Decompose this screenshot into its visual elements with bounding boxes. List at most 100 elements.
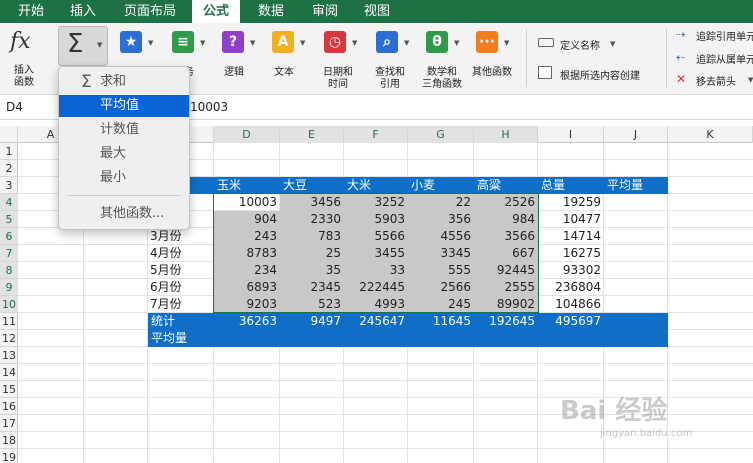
row-header-1[interactable]: 1 (0, 143, 18, 160)
remove-arrows-label: 移去箭头 (696, 77, 736, 88)
sum-cell[interactable]: 495697 (538, 313, 604, 330)
menu-item-min[interactable]: 最小 (59, 167, 189, 189)
month-label-cell[interactable]: 7月份 (148, 296, 214, 313)
table-header-cell[interactable]: 小麦 (408, 177, 474, 194)
total-cell[interactable]: 104866 (538, 296, 604, 313)
tab-insert[interactable]: 插入 (60, 0, 106, 23)
total-label-cell[interactable]: 统计 (148, 313, 214, 330)
menu-item-sum[interactable]: Σ 求和 (59, 71, 189, 93)
trace-precedents-button[interactable]: ⇢ 追踪引用单元 (674, 27, 753, 43)
total-cell[interactable]: 16275 (538, 245, 604, 262)
table-header-cell[interactable]: 大米 (344, 177, 408, 194)
text-icon: A (272, 31, 294, 53)
month-label-cell[interactable]: 4月份 (148, 245, 214, 262)
month-label-cell[interactable]: 3月份 (148, 228, 214, 245)
average-cell[interactable] (280, 330, 344, 347)
column-header-i[interactable]: I (538, 126, 604, 143)
row-header-11[interactable]: 11 (0, 313, 18, 330)
row-header-18[interactable]: 18 (0, 432, 18, 449)
column-header-d[interactable]: D (214, 126, 280, 143)
month-label-cell[interactable]: 5月份 (148, 262, 214, 279)
average-cell[interactable] (474, 330, 538, 347)
total-cell[interactable]: 10477 (538, 211, 604, 228)
datetime-button[interactable]: ◷ ▼ 日期和 时间 (318, 29, 366, 91)
define-name-button[interactable]: 定义名称 ▼ (536, 35, 646, 53)
row-header-8[interactable]: 8 (0, 262, 18, 279)
average-sum-cell[interactable] (604, 313, 668, 330)
menu-item-count[interactable]: 计数值 (59, 119, 189, 141)
tab-page-layout[interactable]: 页面布局 (114, 0, 186, 23)
column-header-f[interactable]: F (344, 126, 408, 143)
column-header-j[interactable]: J (604, 126, 668, 143)
row-header-7[interactable]: 7 (0, 245, 18, 262)
column-header-k[interactable]: K (668, 126, 753, 143)
row-header-16[interactable]: 16 (0, 398, 18, 415)
formula-input[interactable]: 10003 (190, 100, 228, 114)
average-cell[interactable] (344, 330, 408, 347)
row-header-5[interactable]: 5 (0, 211, 18, 228)
column-header-h[interactable]: H (474, 126, 538, 143)
sigma-icon: Σ (67, 29, 84, 59)
row-header-13[interactable]: 13 (0, 347, 18, 364)
recent-functions-button[interactable]: ★ ▼ (116, 29, 158, 69)
row-header-3[interactable]: 3 (0, 177, 18, 194)
autosum-button[interactable]: Σ ▼ (58, 26, 108, 66)
total-cell[interactable]: 93302 (538, 262, 604, 279)
sum-cell[interactable]: 9497 (280, 313, 344, 330)
menu-item-max[interactable]: 最大 (59, 143, 189, 165)
text-label: 文本 (274, 67, 294, 78)
menu-item-average[interactable]: 平均值 (59, 95, 189, 117)
logical-button[interactable]: ? ▼ 逻辑 (218, 29, 262, 89)
total-cell[interactable]: 19259 (538, 194, 604, 211)
select-all-corner[interactable] (0, 126, 18, 143)
row-header-6[interactable]: 6 (0, 228, 18, 245)
row-header-15[interactable]: 15 (0, 381, 18, 398)
row-header-17[interactable]: 17 (0, 415, 18, 432)
name-box[interactable]: D4 (6, 100, 23, 114)
average-cell[interactable] (538, 330, 604, 347)
sum-cell[interactable]: 245647 (344, 313, 408, 330)
sum-cell[interactable]: 192645 (474, 313, 538, 330)
tab-data[interactable]: 数据 (248, 0, 294, 23)
table-header-cell[interactable]: 玉米 (214, 177, 280, 194)
table-header-cell[interactable]: 总量 (538, 177, 604, 194)
sum-cell[interactable]: 11645 (408, 313, 474, 330)
more-functions-button[interactable]: ··· ▼ 其他函数 (470, 29, 520, 91)
tab-view[interactable]: 视图 (354, 0, 400, 23)
trace-dependents-button[interactable]: ⇠ 追踪从属单元 (674, 50, 753, 66)
gridline-row (18, 363, 753, 364)
table-header-cell[interactable]: 高粱 (474, 177, 538, 194)
remove-arrows-button[interactable]: ✕ 移去箭头 ▼ (674, 72, 753, 88)
total-cell[interactable]: 236804 (538, 279, 604, 296)
table-header-cell[interactable]: 平均量 (604, 177, 668, 194)
average-cell[interactable] (214, 330, 280, 347)
row-header-12[interactable]: 12 (0, 330, 18, 347)
tab-review[interactable]: 审阅 (302, 0, 348, 23)
lookup-reference-button[interactable]: ⌕ ▼ 查找和 引用 (370, 29, 418, 91)
total-cell[interactable]: 14714 (538, 228, 604, 245)
average-avg-cell[interactable] (604, 330, 668, 347)
text-button[interactable]: A ▼ 文本 (268, 29, 312, 89)
create-from-selection-button[interactable]: 根据所选内容创建 (536, 65, 666, 83)
row-header-2[interactable]: 2 (0, 160, 18, 177)
row-header-19[interactable]: 19 (0, 449, 18, 463)
row-header-4[interactable]: 4 (0, 194, 18, 211)
ribbon-tab-bar: 开始 插入 页面布局 公式 数据 审阅 视图 (0, 0, 753, 23)
row-header-14[interactable]: 14 (0, 364, 18, 381)
insert-function-button[interactable]: fx 插入 函数 (4, 25, 44, 91)
column-header-e[interactable]: E (280, 126, 344, 143)
math-trig-button[interactable]: θ ▼ 数学和 三角函数 (420, 29, 474, 91)
tab-home[interactable]: 开始 (8, 0, 54, 23)
month-label-cell[interactable]: 6月份 (148, 279, 214, 296)
sum-cell[interactable]: 36263 (214, 313, 280, 330)
row-header-10[interactable]: 10 (0, 296, 18, 313)
menu-item-more-functions[interactable]: 其他函数... (59, 203, 189, 225)
row-header-9[interactable]: 9 (0, 279, 18, 296)
column-header-g[interactable]: G (408, 126, 474, 143)
average-cell[interactable] (408, 330, 474, 347)
function-icon: fx (10, 29, 31, 54)
table-header-cell[interactable]: 大豆 (280, 177, 344, 194)
tab-formulas[interactable]: 公式 (192, 0, 240, 23)
average-label-cell[interactable]: 平均量 (148, 330, 214, 347)
trace-dependents-icon: ⇠ (676, 51, 686, 64)
